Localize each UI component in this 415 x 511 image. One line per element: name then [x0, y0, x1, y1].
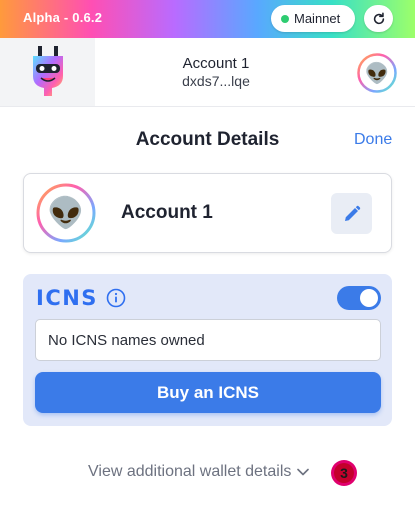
network-status-dot [281, 14, 289, 23]
view-details-toggle[interactable]: View additional wallet details [88, 463, 310, 481]
icns-toggle[interactable] [337, 286, 381, 310]
account-name: Account 1 [121, 202, 213, 223]
alien-icon: 👽 [47, 194, 84, 230]
plug-mascot-logo [33, 46, 63, 96]
buy-icns-button[interactable]: Buy an ICNS [35, 372, 381, 413]
icns-status-field: No ICNS names owned [35, 319, 381, 361]
icns-logo: ICNS [36, 286, 98, 310]
chevron-down-icon [297, 468, 310, 476]
network-label: Mainnet [294, 11, 341, 26]
page-title: Account Details [135, 129, 280, 150]
avatar-ring: 👽 [357, 53, 397, 93]
toggle-knob [360, 289, 378, 307]
avatar-ring: 👽 [36, 183, 96, 243]
top-bar: Alpha - 0.6.2 Mainnet [0, 0, 415, 38]
edit-account-button[interactable] [331, 193, 372, 234]
view-details-label: View additional wallet details [88, 463, 292, 480]
version-label: Alpha - 0.6.2 [23, 10, 103, 25]
notification-badge: 3 [331, 460, 357, 486]
alien-icon: 👽 [365, 61, 390, 85]
logo-area[interactable] [0, 38, 95, 106]
info-icon[interactable] [106, 288, 126, 308]
refresh-icon [373, 12, 384, 24]
pencil-icon [344, 205, 360, 221]
account-card: 👽 Account 1 [23, 173, 392, 253]
account-header: Account 1 dxds7...lqe 👽 [0, 38, 415, 107]
header-account-name: Account 1 [182, 55, 250, 72]
icns-panel: ICNS No ICNS names owned Buy an ICNS [23, 274, 392, 426]
done-button[interactable]: Done [354, 131, 392, 149]
header-avatar[interactable]: 👽 [357, 53, 397, 93]
header-account-address[interactable]: dxds7...lqe [140, 73, 292, 89]
network-selector[interactable]: Mainnet [271, 5, 355, 32]
refresh-button[interactable] [364, 5, 393, 32]
badge-count: 3 [334, 463, 354, 483]
account-avatar: 👽 [36, 183, 96, 243]
